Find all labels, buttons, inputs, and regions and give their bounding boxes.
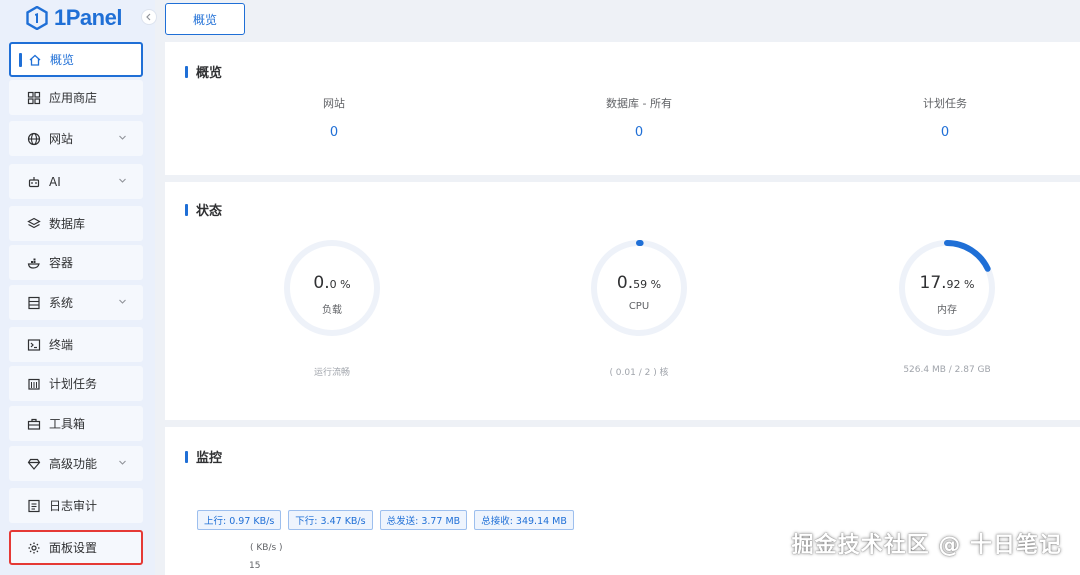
chevron-down-icon[interactable] xyxy=(118,176,127,185)
title-accent-bar xyxy=(185,450,188,463)
sidebar-item-label: 概览 xyxy=(50,53,75,67)
sidebar: 1Panel 概览应用商店网站 AI 数据库容器系统终端计划任务工具箱高级功能日志审… xyxy=(0,0,157,575)
gauge-name: CPU xyxy=(628,301,650,312)
total-sent-tag: 总发送: 3.77 MB xyxy=(379,510,468,530)
sidebar-item-label: 终端 xyxy=(49,338,74,352)
grid-icon xyxy=(27,91,41,104)
toolbox-icon xyxy=(27,418,41,430)
sidebar-item-label: 计划任务 xyxy=(49,377,98,391)
sidebar-item[interactable]: 高级功能 xyxy=(9,446,143,481)
sidebar-item-label: 数据库 xyxy=(49,217,86,231)
robot-icon xyxy=(28,176,40,187)
sidebar-item[interactable]: 容器 xyxy=(9,245,143,280)
stat-label: 计划任务 xyxy=(923,97,967,110)
sidebar-item-label: AI xyxy=(49,174,61,189)
chevron-left-icon xyxy=(146,13,151,21)
gauge-value: 17.92 % xyxy=(919,273,975,293)
sidebar-item[interactable]: AI xyxy=(9,164,143,199)
sidebar-item[interactable]: 系统 xyxy=(9,285,143,320)
sidebar-item[interactable]: 网站 xyxy=(9,121,143,156)
sidebar-item[interactable]: 终端 xyxy=(9,327,143,362)
layers-icon xyxy=(27,217,41,228)
title-accent-bar xyxy=(185,203,188,216)
overview-card: 概览 网站 0 数据库 - 所有 0 计划任务 0 xyxy=(165,42,1080,175)
sidebar-item-label: 系统 xyxy=(49,296,74,310)
tab-bar: 概览 xyxy=(155,0,1080,38)
sidebar-item-label: 容器 xyxy=(49,256,74,270)
sidebar-item-label: 日志审计 xyxy=(49,499,98,513)
sidebar-item-label: 工具箱 xyxy=(49,417,86,431)
gauge-value: 0.0 % xyxy=(313,273,351,293)
gear-icon xyxy=(28,542,40,553)
sidebar-item[interactable]: 日志审计 xyxy=(9,488,143,523)
chevron-down-icon[interactable] xyxy=(118,297,127,306)
stat-databases[interactable]: 数据库 - 所有 0 xyxy=(559,95,719,140)
logo-text: 1Panel xyxy=(54,5,122,30)
sidebar-item[interactable]: 计划任务 xyxy=(9,366,143,401)
sidebar-item-label: 应用商店 xyxy=(49,91,98,105)
globe-icon xyxy=(27,132,41,145)
tab-overview[interactable]: 概览 xyxy=(165,3,245,35)
sidebar-item[interactable]: 面板设置 xyxy=(9,530,143,565)
calendar-icon xyxy=(28,378,40,390)
gauge-detail: 运行流畅 xyxy=(313,368,350,378)
log-icon xyxy=(28,499,40,512)
logo[interactable]: 1Panel xyxy=(26,4,122,32)
whale-icon xyxy=(27,258,40,269)
gauge-value: 0.59 % xyxy=(616,273,662,293)
sidebar-item[interactable]: 数据库 xyxy=(9,206,143,241)
gauge-name: 负载 xyxy=(322,305,342,316)
active-indicator xyxy=(19,52,22,67)
network-tags: 上行: 0.97 KB/s 下行: 3.47 KB/s 总发送: 3.77 MB… xyxy=(197,510,574,530)
chevron-down-icon[interactable] xyxy=(118,133,127,142)
logo-icon xyxy=(26,6,48,30)
sidebar-item-label: 网站 xyxy=(49,132,74,146)
overview-title: 概览 xyxy=(185,62,222,81)
terminal-icon xyxy=(27,338,41,351)
diamond-icon xyxy=(27,458,41,470)
y-tick-label: 15 xyxy=(249,561,261,571)
gauge-name: 内存 xyxy=(937,305,957,316)
monitor-title: 监控 xyxy=(185,447,222,466)
sidebar-item-label: 高级功能 xyxy=(49,457,98,471)
stat-cronjobs[interactable]: 计划任务 0 xyxy=(865,95,1025,140)
chevron-down-icon[interactable] xyxy=(118,458,127,467)
stat-label: 网站 xyxy=(323,97,345,110)
status-title: 状态 xyxy=(185,200,222,219)
download-rate-tag: 下行: 3.47 KB/s xyxy=(288,510,373,530)
total-received-tag: 总接收: 349.14 MB xyxy=(474,510,574,530)
upload-rate-tag: 上行: 0.97 KB/s xyxy=(197,510,282,530)
sidebar-item-label: 面板设置 xyxy=(49,541,98,555)
stat-value[interactable]: 0 xyxy=(865,125,1025,140)
server-icon xyxy=(28,296,40,309)
chart-unit-label: ( KB/s ) xyxy=(250,543,283,553)
status-card: 状态 0.0 % 负载运行流畅 0.59 % CPU ( 0.01 / 2 ) 核 1… xyxy=(165,182,1080,420)
gauge-detail: 526.4 MB / 2.87 GB xyxy=(903,365,991,375)
sidebar-item[interactable]: 应用商店 xyxy=(9,80,143,115)
gauge-detail: ( 0.01 / 2 ) 核 xyxy=(609,368,669,378)
home-icon xyxy=(29,54,41,66)
watermark: 掘金技术社区 @ 十日笔记 xyxy=(791,533,1062,558)
stat-value[interactable]: 0 xyxy=(559,125,719,140)
sidebar-item[interactable]: 概览 xyxy=(9,42,143,77)
sidebar-item[interactable]: 工具箱 xyxy=(9,406,143,441)
stat-label: 数据库 - 所有 xyxy=(606,97,672,110)
title-accent-bar xyxy=(185,65,188,78)
stat-websites[interactable]: 网站 0 xyxy=(254,95,414,140)
stat-value[interactable]: 0 xyxy=(254,125,414,140)
